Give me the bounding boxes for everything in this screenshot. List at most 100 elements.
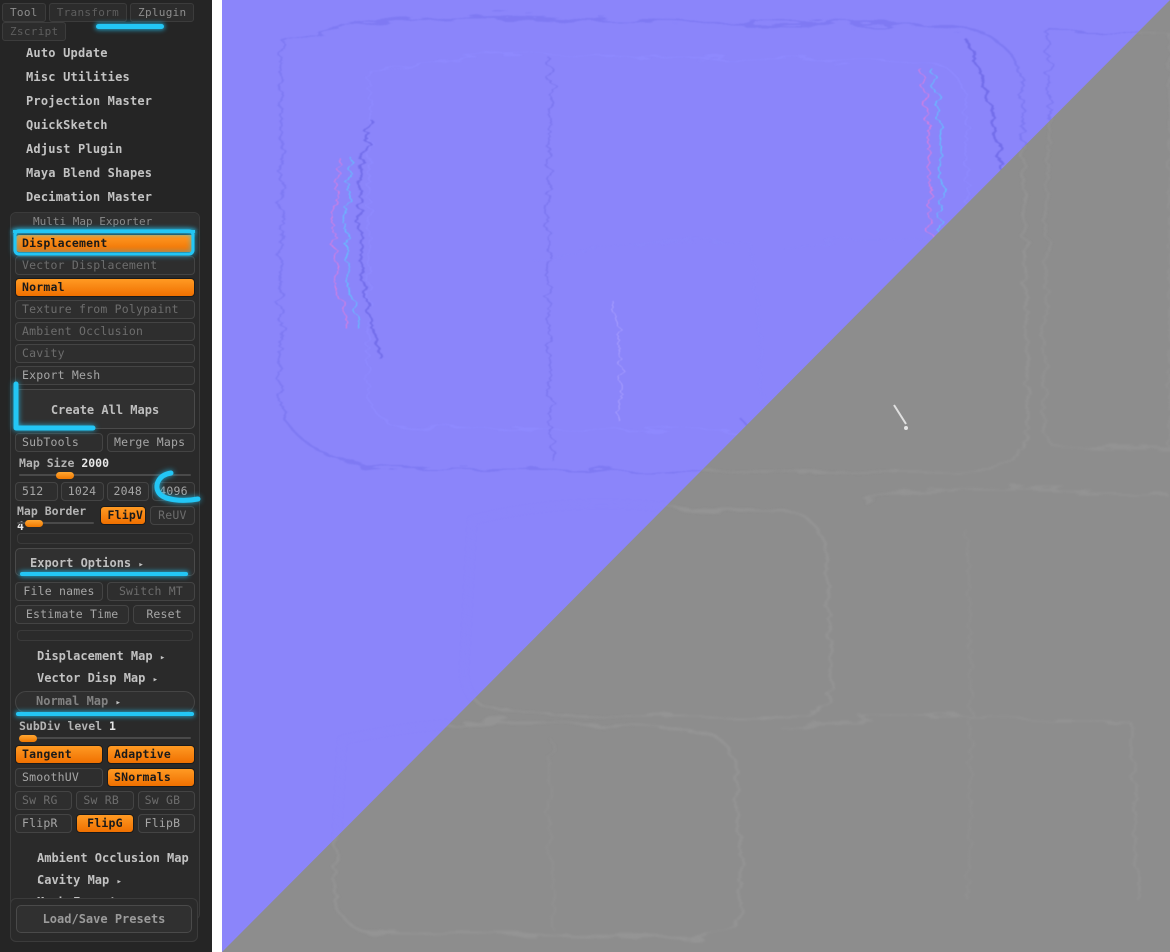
map-size-slider-knob[interactable] (56, 472, 75, 479)
sw-gb-button[interactable]: Sw GB (137, 791, 195, 810)
subtools-merge-row: SubTools Merge Maps (15, 433, 195, 452)
normal-map-underline-annotation (16, 712, 194, 716)
map-size-presets-row: 512 1024 2048 4096 (15, 482, 195, 501)
plugin-item-projection-master[interactable]: Projection Master (0, 89, 212, 113)
plugin-item-auto-update[interactable]: Auto Update (0, 41, 212, 65)
file-names-button[interactable]: File names (15, 582, 103, 601)
flipr-button[interactable]: FlipR (15, 814, 73, 833)
chevron-right-icon: ▸ (116, 877, 122, 887)
section-cavity-map[interactable]: Cavity Map ▸ (15, 869, 195, 891)
merge-maps-button[interactable]: Merge Maps (107, 433, 195, 452)
sw-rg-button[interactable]: Sw RG (15, 791, 73, 810)
flip-channel-row: FlipR FlipG FlipB (15, 814, 195, 833)
multi-map-exporter-body: Displacement Vector Displacement Normal … (11, 230, 199, 913)
chevron-right-icon: ▸ (159, 653, 166, 663)
smoothuv-snormals-row: SmoothUV SNormals (15, 768, 195, 787)
map-type-displacement[interactable]: Displacement (15, 234, 195, 253)
palette-divider-bar-2 (17, 630, 193, 641)
swizzle-row: Sw RG Sw RB Sw GB (15, 791, 195, 810)
map-border-slider-label: Map Border 4 (15, 504, 96, 533)
map-type-ambient-occlusion[interactable]: Ambient Occlusion (15, 322, 195, 341)
map-type-export-mesh[interactable]: Export Mesh (15, 366, 195, 385)
tab-zplugin[interactable]: Zplugin (130, 3, 195, 22)
plugin-item-adjust-plugin[interactable]: Adjust Plugin (0, 137, 212, 161)
chevron-right-icon: ▸ (138, 560, 144, 570)
chevron-right-icon: ▸ (115, 698, 121, 708)
sw-rb-button[interactable]: Sw RB (76, 791, 134, 810)
section-ambient-occlusion-map[interactable]: Ambient Occlusion Map ▸ (15, 847, 195, 887)
flipg-button[interactable]: FlipG (76, 814, 134, 833)
section-cavity-map-label: Cavity Map (37, 873, 110, 887)
left-palette-panel: Tool Transform Zplugin Zscript Auto Update … (0, 0, 212, 952)
estimate-time-button[interactable]: Estimate Time (15, 605, 130, 624)
plugin-item-misc-utilities[interactable]: Misc Utilities (0, 65, 212, 89)
map-border-slider-wrap[interactable]: Map Border 4 (15, 504, 96, 533)
map-size-value: 2000 (81, 456, 110, 470)
menu-tab-bar: Tool Transform Zplugin Zscript (0, 0, 212, 41)
map-size-512-button[interactable]: 512 (15, 482, 58, 501)
section-displacement-map[interactable]: Displacement Map ▸ (15, 645, 195, 667)
section-normal-map-label: Normal Map (36, 694, 109, 708)
export-options-label: Export Options (30, 556, 132, 570)
presets-box: Load/Save Presets (10, 898, 198, 942)
map-size-slider[interactable] (19, 471, 191, 479)
tab-zscript[interactable]: Zscript (2, 22, 67, 41)
tangent-adaptive-row: Tangent Adaptive (15, 745, 195, 764)
section-vector-disp-map-label: Vector Disp Map (37, 671, 146, 685)
map-type-normal[interactable]: Normal (15, 278, 195, 297)
map-type-vector-displacement[interactable]: Vector Displacement (15, 256, 195, 275)
map-type-cavity[interactable]: Cavity (15, 344, 195, 363)
plugin-item-decimation-master[interactable]: Decimation Master (0, 185, 212, 209)
tab-tool[interactable]: Tool (2, 3, 46, 22)
export-options-underline-annotation (20, 572, 188, 576)
zbrush-window: Tool Transform Zplugin Zscript Auto Update … (0, 0, 1170, 952)
section-ambient-occlusion-map-label: Ambient Occlusion Map (37, 851, 189, 865)
map-size-4096-button[interactable]: 4096 (152, 482, 195, 501)
subdiv-slider[interactable] (18, 734, 191, 742)
map-border-slider-knob[interactable] (25, 520, 44, 527)
smoothuv-button[interactable]: SmoothUV (15, 768, 103, 787)
zplugin-tab-underline-annotation (96, 24, 164, 29)
section-displacement-map-label: Displacement Map (37, 649, 153, 663)
plugin-item-maya-blend-shapes[interactable]: Maya Blend Shapes (0, 161, 212, 185)
multi-map-exporter-underline-annotation (13, 230, 195, 233)
subtools-button[interactable]: SubTools (15, 433, 103, 452)
plugin-list: Auto Update Misc Utilities Projection Ma… (0, 29, 212, 209)
map-size-slider-label: Map Size 2000 (15, 456, 195, 471)
plugin-item-quicksketch[interactable]: QuickSketch (0, 113, 212, 137)
map-size-1024-button[interactable]: 1024 (60, 482, 104, 501)
map-type-texture-from-polypaint[interactable]: Texture from Polypaint (15, 300, 195, 319)
document-canvas[interactable] (222, 0, 1170, 952)
chevron-right-icon: ▸ (152, 675, 159, 685)
reset-button[interactable]: Reset (133, 605, 195, 624)
map-size-2048-button[interactable]: 2048 (106, 482, 150, 501)
multi-map-exporter-title[interactable]: Multi Map Exporter (11, 213, 199, 233)
reuv-button[interactable]: ReUV (149, 506, 196, 525)
tangent-button[interactable]: Tangent (15, 745, 103, 764)
palette-divider-bar-1 (17, 533, 193, 544)
tab-transform[interactable]: Transform (48, 3, 128, 22)
subdiv-slider-label: SubDiv level 1 (15, 719, 195, 734)
subdiv-label-text: SubDiv level (19, 719, 103, 733)
section-normal-map[interactable]: Normal Map ▸ (15, 691, 195, 716)
switch-mt-button[interactable]: Switch MT (107, 582, 195, 601)
snormals-button[interactable]: SNormals (107, 768, 195, 787)
flipb-button[interactable]: FlipB (137, 814, 195, 833)
subdiv-slider-knob[interactable] (18, 735, 37, 742)
load-save-presets-button[interactable]: Load/Save Presets (16, 905, 192, 933)
section-vector-disp-map[interactable]: Vector Disp Map ▸ (15, 667, 195, 689)
map-border-row: Map Border 4 FlipV ReUV (15, 504, 196, 533)
map-border-slider[interactable] (17, 519, 95, 527)
map-size-label-text: Map Size (19, 456, 75, 470)
multi-map-exporter-palette: Multi Map Exporter Displacement Vector D… (10, 212, 200, 920)
multi-map-exporter-title-label: Multi Map Exporter (33, 215, 153, 228)
map-border-label-text: Map Border (17, 504, 87, 518)
create-all-maps-button[interactable]: Create All Maps (15, 389, 195, 429)
estimate-reset-row: Estimate Time Reset (15, 605, 195, 624)
subdiv-value: 1 (109, 719, 116, 733)
file-names-row: File names Switch MT (15, 582, 195, 601)
export-options-button[interactable]: Export Options ▸ (15, 548, 195, 576)
adaptive-button[interactable]: Adaptive (107, 745, 195, 764)
flipv-button[interactable]: FlipV (100, 506, 146, 525)
